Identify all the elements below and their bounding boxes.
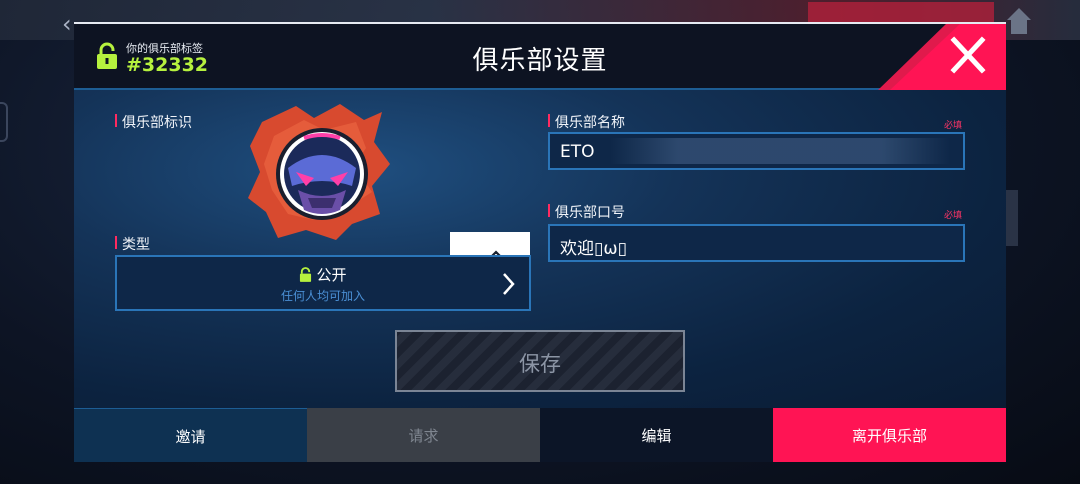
tab-request[interactable]: 请求 xyxy=(307,408,540,462)
tab-invite[interactable]: 邀请 xyxy=(74,408,307,462)
emblem-label: 俱乐部标识 xyxy=(115,112,192,132)
dialog-body: 俱乐部标识 类型 公开 任何人均可加入 俱乐部名称 必填 ETO 俱乐部口号 必… xyxy=(74,90,1006,408)
background-back-icon: ‹ xyxy=(62,10,72,38)
club-type-select[interactable]: 公开 任何人均可加入 xyxy=(115,255,531,311)
club-name-value: ETO xyxy=(560,142,595,162)
save-button[interactable]: 保存 xyxy=(395,330,685,392)
club-settings-dialog: 你的俱乐部标签 #32332 俱乐部设置 俱乐部标识 类型 公开 任何人均可加入… xyxy=(74,22,1006,462)
club-name-input[interactable]: ETO xyxy=(548,132,965,170)
leave-club-button[interactable]: 离开俱乐部 xyxy=(773,408,1006,462)
type-label: 类型 xyxy=(115,234,150,254)
club-name-blur xyxy=(610,138,950,164)
background-home-icon xyxy=(1004,8,1034,38)
club-type-description: 任何人均可加入 xyxy=(280,289,365,303)
club-emblem xyxy=(248,104,390,240)
unlock-icon xyxy=(300,267,312,282)
background-side-tab xyxy=(0,102,8,142)
club-tabs: 邀请 请求 编辑 离开俱乐部 xyxy=(74,408,1006,462)
club-name-required: 必填 xyxy=(944,121,963,131)
save-button-label: 保存 xyxy=(519,352,561,376)
club-slogan-label: 俱乐部口号 xyxy=(548,202,625,222)
club-slogan-value: 欢迎▯ω▯ xyxy=(560,239,627,259)
background-side-panel xyxy=(1006,190,1018,246)
close-x-icon[interactable] xyxy=(942,32,994,80)
club-slogan-required: 必填 xyxy=(944,211,963,221)
club-slogan-input[interactable]: 欢迎▯ω▯ xyxy=(548,224,965,262)
dialog-header: 你的俱乐部标签 #32332 俱乐部设置 xyxy=(74,24,1006,90)
tab-edit[interactable]: 编辑 xyxy=(540,408,773,462)
chevron-right-icon xyxy=(503,273,515,295)
dialog-title: 俱乐部设置 xyxy=(472,46,608,76)
club-name-label: 俱乐部名称 xyxy=(548,112,625,132)
club-type-value: 公开 xyxy=(316,266,347,284)
background-currency-chip xyxy=(808,2,994,24)
club-type-value-row: 公开 xyxy=(117,264,529,285)
